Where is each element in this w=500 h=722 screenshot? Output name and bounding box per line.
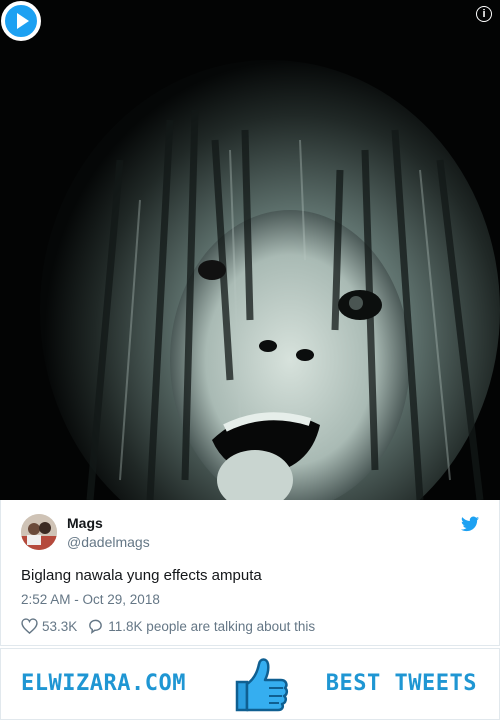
best-tweets-label: BEST TWEETS [325, 671, 477, 696]
tweet-card: Mags @dadelmags Biglang nawala yung effe… [0, 500, 500, 646]
tweet-media-video[interactable]: i [0, 0, 500, 500]
play-icon[interactable] [0, 0, 42, 42]
like-count[interactable]: 53.3K [42, 619, 77, 634]
reply-bubble-icon[interactable] [87, 618, 104, 634]
video-thumbnail [0, 0, 500, 500]
site-name[interactable]: ELWIZARA.COM [21, 671, 186, 696]
avatar-image [21, 514, 57, 550]
info-icon[interactable]: i [476, 6, 492, 22]
thumbs-up-icon [235, 658, 289, 712]
tweet-text: Biglang nawala yung effects amputa [21, 567, 262, 584]
twitter-bird-icon[interactable] [461, 516, 479, 532]
talking-about-text[interactable]: 11.8K people are talking about this [108, 619, 315, 634]
user-handle[interactable]: @dadelmags [67, 534, 150, 550]
avatar[interactable] [21, 514, 57, 550]
tweet-timestamp[interactable]: 2:52 AM - Oct 29, 2018 [21, 592, 160, 607]
promo-banner: ELWIZARA.COM BEST TWEETS [0, 648, 500, 720]
user-name[interactable]: Mags [67, 515, 103, 531]
heart-icon[interactable] [21, 618, 38, 634]
tweet-actions: 53.3K 11.8K people are talking about thi… [21, 618, 315, 634]
